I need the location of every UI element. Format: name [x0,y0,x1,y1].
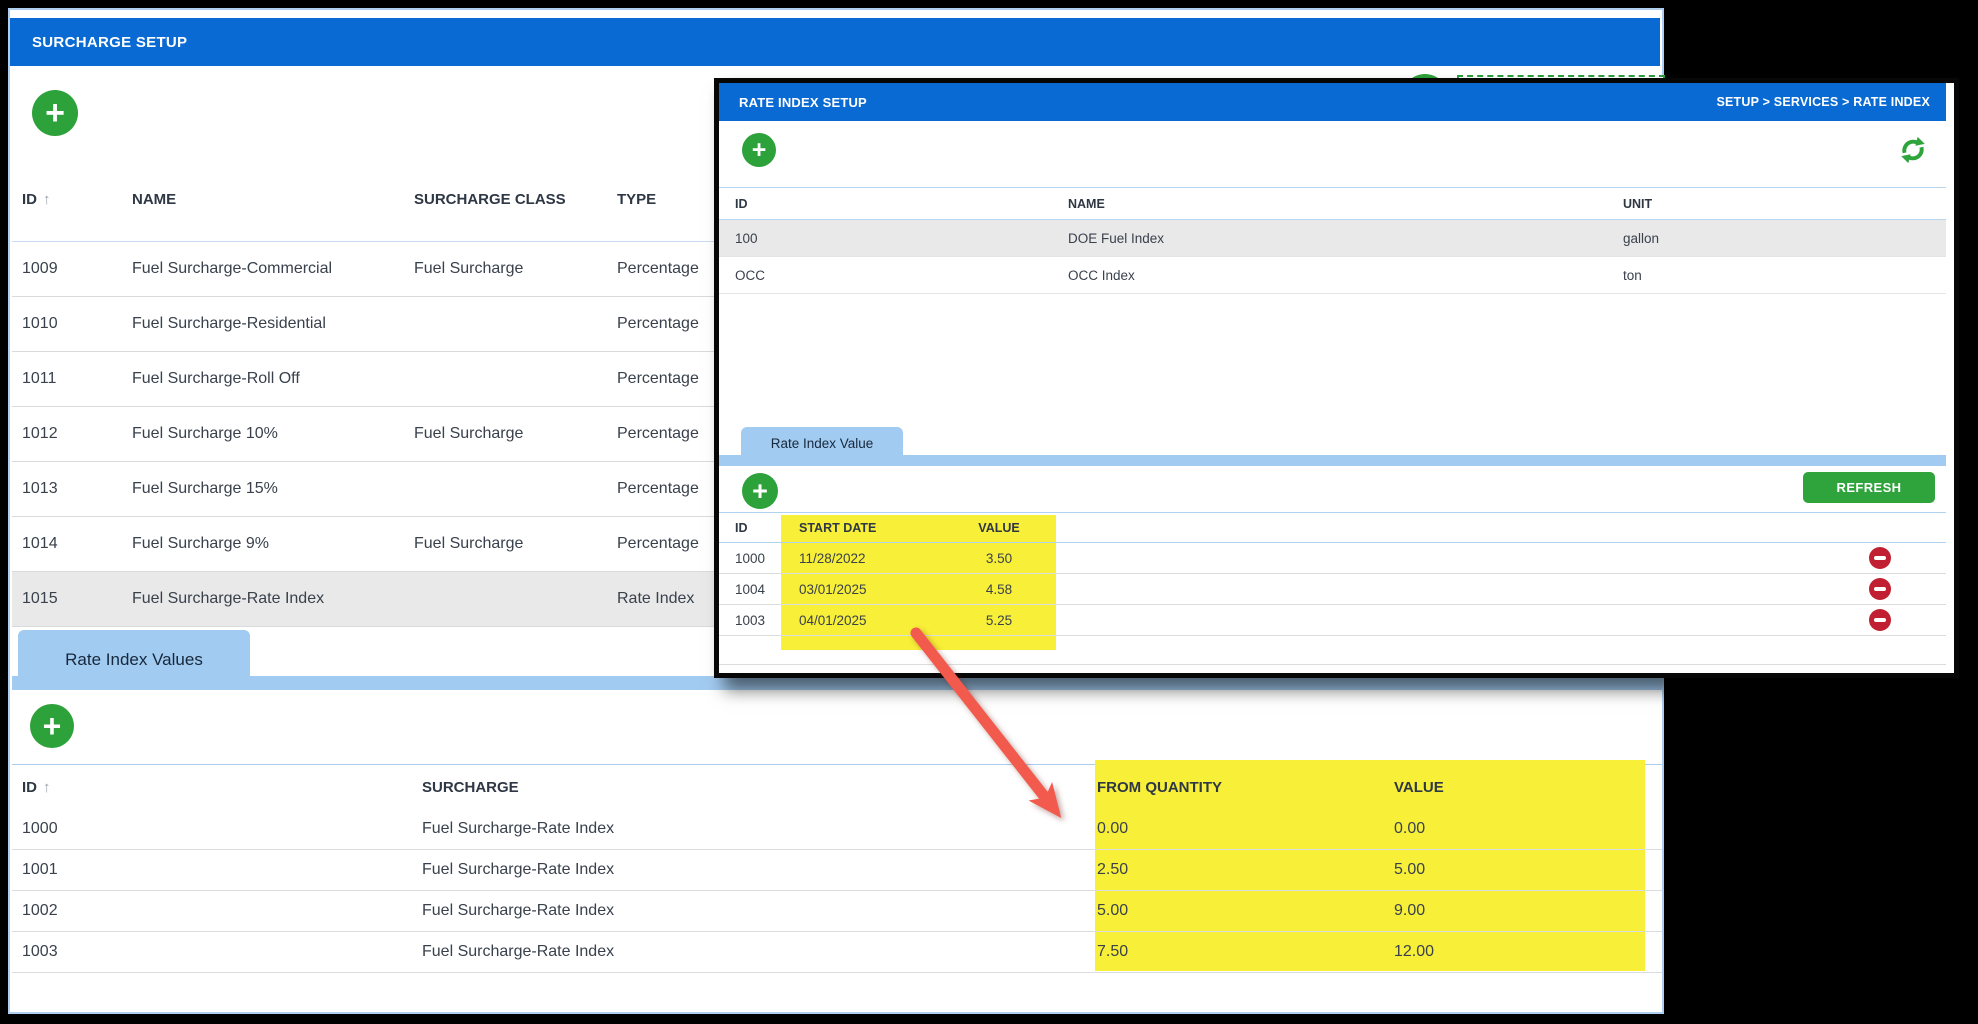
column-header-id[interactable]: ID ↑ [22,779,422,796]
tab-strip [719,455,1946,466]
table-row[interactable]: 1002 Fuel Surcharge-Rate Index 5.00 9.00 [12,891,1662,932]
screenshot-canvas: SURCHARGE SETUP + ID ↑ NAME SURCHARGE CLA… [0,0,1978,1024]
add-rate-index-value-button[interactable]: + [30,704,74,748]
table-row[interactable]: 1000 Fuel Surcharge-Rate Index 0.00 0.00 [12,809,1662,850]
add-rate-index-button[interactable]: + [742,133,776,167]
column-header-value: VALUE [978,520,1020,535]
plus-icon: + [45,94,65,132]
value-table-header: ID START DATE VALUE [719,512,1946,543]
delete-icon[interactable] [1869,578,1891,600]
table-row[interactable]: 1004 03/01/2025 4.58 [719,574,1946,605]
tab-strip [12,676,1662,690]
sort-ascending-icon: ↑ [43,778,51,796]
table-row[interactable]: 1003 Fuel Surcharge-Rate Index 7.50 12.0… [12,932,1662,973]
row-divider [719,664,1946,665]
column-header-surcharge-class: SURCHARGE CLASS [414,190,566,208]
table-row[interactable]: 1000 11/28/2022 3.50 [719,543,1946,574]
add-surcharge-button[interactable]: + [32,90,78,136]
surcharge-setup-titlebar: SURCHARGE SETUP [10,18,1660,66]
page-title: RATE INDEX SETUP [739,94,867,110]
column-header-unit: UNIT [1623,196,1653,211]
plus-icon: + [751,135,767,164]
rate-index-table-header: ID NAME UNIT [719,187,1946,220]
page-title: SURCHARGE SETUP [32,33,188,51]
rate-index-titlebar: RATE INDEX SETUP SETUP > SERVICES > RATE… [719,83,1946,121]
column-header-id[interactable]: ID [735,197,1068,211]
refresh-icon[interactable] [1898,135,1928,165]
plus-icon: + [752,475,768,506]
rate-index-values-table: ID ↑ SURCHARGE FROM QUANTITY VALUE 1000 F… [12,760,1662,973]
column-header-name: NAME [132,190,177,208]
table-row-selected[interactable]: 100 DOE Fuel Index gallon [719,220,1946,257]
sort-ascending-icon: ↑ [43,190,51,208]
delete-icon[interactable] [1869,609,1891,631]
table-row[interactable]: OCC OCC Index ton [719,257,1946,294]
column-header-value: VALUE [1394,778,1444,796]
rate-index-setup-window: RATE INDEX SETUP SETUP > SERVICES > RATE… [714,78,1959,678]
values-table-header: ID ↑ SURCHARGE FROM QUANTITY VALUE [12,765,1662,809]
plus-icon: + [42,708,62,744]
column-header-id[interactable]: ID [735,521,799,535]
column-header-name: NAME [1068,196,1105,211]
table-row[interactable]: 1001 Fuel Surcharge-Rate Index 2.50 5.00 [12,850,1662,891]
column-header-id[interactable]: ID ↑ [22,191,132,208]
add-value-button[interactable]: + [742,473,778,509]
refresh-button[interactable]: REFRESH [1803,472,1935,503]
delete-icon[interactable] [1869,547,1891,569]
column-header-from-quantity: FROM QUANTITY [1097,778,1222,796]
table-row[interactable]: 1003 04/01/2025 5.25 [719,605,1946,636]
column-header-surcharge: SURCHARGE [422,778,519,796]
column-header-start-date: START DATE [799,520,877,535]
breadcrumb[interactable]: SETUP > SERVICES > RATE INDEX [1716,95,1930,109]
